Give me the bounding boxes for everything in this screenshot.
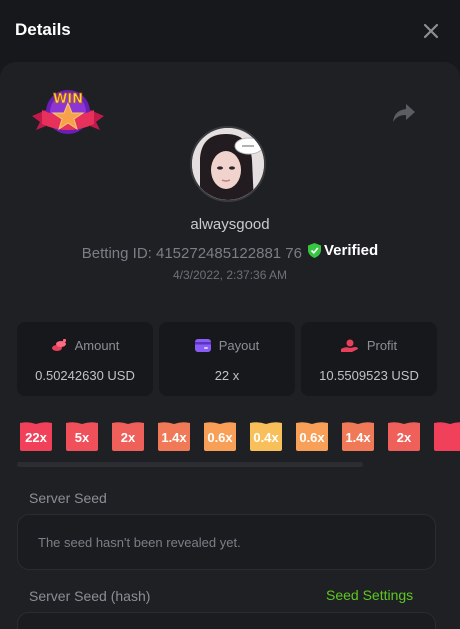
multiplier-value: 0.6x xyxy=(299,429,325,445)
multiplier-chip: 0.6x xyxy=(296,421,328,451)
multiplier-chip: 1.4x xyxy=(342,421,374,451)
modal-title: Details xyxy=(15,20,71,39)
wallet-icon xyxy=(194,339,211,352)
amount-label: Amount xyxy=(74,338,120,353)
close-icon[interactable] xyxy=(420,20,442,42)
multiplier-chip: 0.4x xyxy=(250,421,282,451)
bet-date: 4/3/2022, 2:37:36 AM xyxy=(172,268,288,282)
payout-value: 22 x xyxy=(214,368,240,383)
multiplier-chip: 0.6x xyxy=(204,421,236,451)
multiplier-strip: 22x 5x 2x 1.4x 0.6x 0.4x 0.6x 1.4x 2x xyxy=(20,421,460,451)
profit-card: Profit 10.5509523 USD xyxy=(301,322,437,396)
win-badge-text: WIN xyxy=(53,92,83,107)
multiplier-chip: 2x xyxy=(388,421,420,451)
server-seed-hash-label: Server Seed (hash) xyxy=(29,588,151,604)
server-seed-label: Server Seed xyxy=(29,490,107,506)
username: alwaysgood xyxy=(190,216,270,233)
modal-header: Details xyxy=(0,0,460,62)
payout-card: Payout 22 x xyxy=(159,322,295,396)
amount-card: Amount 0.50242630 USD xyxy=(17,322,153,396)
multiplier-value: 1.4x xyxy=(345,429,371,445)
multiplier-value: 5x xyxy=(74,429,90,445)
avatar xyxy=(190,126,266,202)
multiplier-scrollbar[interactable] xyxy=(17,462,363,467)
server-seed-value: The seed hasn't been revealed yet. xyxy=(38,535,241,550)
amount-value: 0.50242630 USD xyxy=(35,368,135,383)
multiplier-chip: 5x xyxy=(66,421,98,451)
verified-badge: Verified xyxy=(308,242,378,259)
multiplier-value: 22x xyxy=(25,429,47,445)
multiplier-value: 2x xyxy=(396,429,412,445)
multiplier-chip: 1.4x xyxy=(158,421,190,451)
server-seed-hash-field[interactable] xyxy=(17,612,436,629)
share-icon[interactable] xyxy=(392,102,416,124)
multiplier-chip: 22x xyxy=(20,421,52,451)
coins-icon xyxy=(51,338,66,351)
multiplier-value: 0.4x xyxy=(253,429,279,445)
win-star-badge: WIN xyxy=(32,86,104,142)
multiplier-chip: 2x xyxy=(112,421,144,451)
betting-id-line: Betting ID: 415272485122881 76 Verified xyxy=(0,242,460,262)
multiplier-value: 1.4x xyxy=(161,429,187,445)
profit-label: Profit xyxy=(366,338,398,353)
hand-coin-icon xyxy=(340,339,358,352)
multiplier-value: 2x xyxy=(120,429,136,445)
verified-label: Verified xyxy=(324,242,379,259)
server-seed-field[interactable]: The seed hasn't been revealed yet. xyxy=(17,514,436,570)
seed-settings-link[interactable]: Seed Settings xyxy=(326,587,413,603)
multiplier-chip xyxy=(434,421,460,451)
betting-id: Betting ID: 415272485122881 76 xyxy=(81,245,302,262)
payout-label: Payout xyxy=(218,338,260,353)
profit-value: 10.5509523 USD xyxy=(319,368,419,383)
multiplier-value: 0.6x xyxy=(207,429,233,445)
shield-check-icon xyxy=(308,243,321,258)
